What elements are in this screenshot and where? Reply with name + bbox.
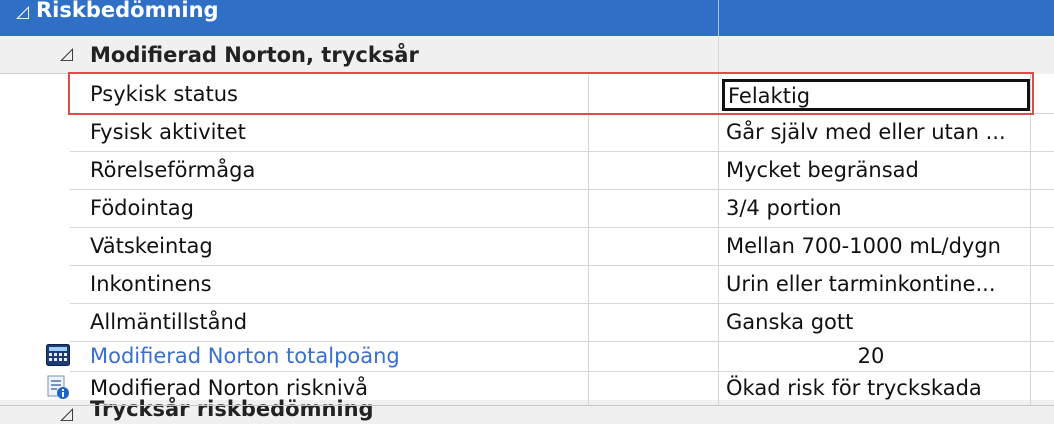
row-label: Allmäntillstånd — [90, 310, 248, 334]
row-label: Psykisk status — [90, 82, 238, 106]
divider — [70, 113, 1054, 114]
row-allmantillstand[interactable]: Allmäntillstånd Ganska gott — [0, 303, 1054, 341]
row-value[interactable]: 3/4 portion — [726, 189, 1026, 227]
divider — [70, 265, 1054, 266]
row-norton-total[interactable]: Modifierad Norton totalpoäng 20 — [0, 341, 1054, 371]
divider — [70, 227, 1054, 228]
collapse-triangle-icon[interactable]: ◿ — [16, 2, 29, 22]
row-fodointag[interactable]: Födointag 3/4 portion — [0, 189, 1054, 227]
divider — [70, 371, 1054, 372]
row-value[interactable]: Mycket begränsad — [726, 151, 1026, 189]
row-value[interactable]: Ganska gott — [726, 303, 1026, 341]
row-inkontinens[interactable]: Inkontinens Urin eller tarminkontine... — [0, 265, 1054, 303]
divider — [70, 151, 1054, 152]
row-label: Födointag — [90, 196, 194, 220]
subsection-header-norton[interactable]: ◿ Modifierad Norton, trycksår — [0, 36, 1054, 74]
section-header-tryckssar[interactable]: ◿ Trycksår riskbedömning — [0, 397, 1054, 424]
section-header-riskbedomning[interactable]: ◿ Riskbedömning — [0, 0, 1054, 36]
section-title: Riskbedömning — [36, 0, 219, 22]
row-fysisk-aktivitet[interactable]: Fysisk aktivitet Går själv med eller uta… — [0, 113, 1054, 151]
row-label: Inkontinens — [90, 272, 212, 296]
divider — [0, 405, 1054, 406]
divider — [70, 341, 1054, 342]
assessment-grid: ◿ Riskbedömning ◿ Modifierad Norton, try… — [0, 0, 1054, 424]
subsection-header-value-cell — [718, 36, 1054, 74]
row-value[interactable]: Mellan 700-1000 mL/dygn — [726, 227, 1026, 265]
collapse-triangle-icon[interactable]: ◿ — [60, 44, 73, 64]
subsection-title: Modifierad Norton, trycksår — [90, 42, 419, 67]
row-label: Fysisk aktivitet — [90, 120, 246, 144]
section-title: Trycksår riskbedömning — [90, 397, 374, 421]
row-value[interactable]: Går själv med eller utan ... — [726, 113, 1026, 151]
row-label: Vätskeintag — [90, 234, 213, 258]
document-info-icon — [46, 375, 70, 399]
row-value[interactable]: Urin eller tarminkontine... — [726, 265, 1026, 303]
divider — [70, 303, 1054, 304]
divider — [70, 189, 1054, 190]
row-label[interactable]: Modifierad Norton totalpoäng — [90, 341, 400, 371]
collapse-triangle-icon[interactable]: ◿ — [60, 404, 73, 424]
column-divider — [1030, 74, 1031, 405]
row-vatskeintag[interactable]: Vätskeintag Mellan 700-1000 mL/dygn — [0, 227, 1054, 265]
column-divider — [718, 74, 719, 405]
row-rorelseformaga[interactable]: Rörelseförmåga Mycket begränsad — [0, 151, 1054, 189]
column-divider — [588, 74, 589, 405]
editor-value[interactable]: Felaktig — [728, 84, 810, 108]
value-editor-psykisk-status[interactable]: Felaktig — [722, 79, 1030, 111]
section-header-value-cell — [718, 0, 1054, 36]
calculator-icon — [46, 344, 70, 368]
row-label: Rörelseförmåga — [90, 158, 256, 182]
row-value: 20 — [857, 344, 885, 368]
